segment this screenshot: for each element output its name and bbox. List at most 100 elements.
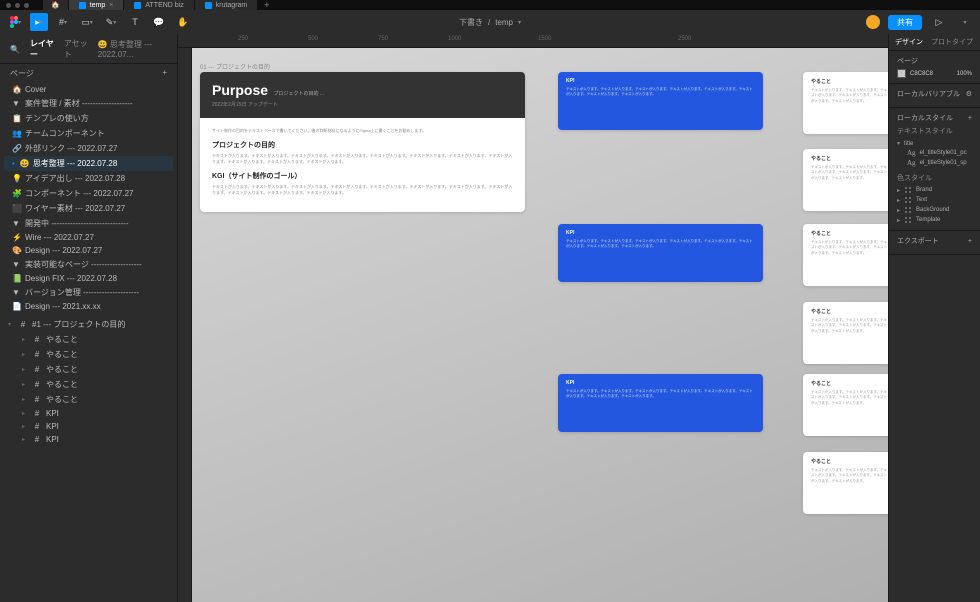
- color-style-item[interactable]: ▸Text: [897, 195, 972, 205]
- user-avatar[interactable]: [866, 15, 880, 29]
- purpose-header: Purpose プロジェクトの目的 ... 2022年2月15日 アップデート: [200, 72, 525, 118]
- page-dropdown[interactable]: 😃 思考整理 --- 2022.07...: [98, 39, 167, 59]
- frame-kpi[interactable]: KPIテキストが入ります。テキストが入ります。テキストが入ります。テキストが入り…: [558, 224, 763, 282]
- color-style-item[interactable]: ▸Brand: [897, 185, 972, 195]
- frame-todo[interactable]: やることテキストが入ります。テキストが入ります。テキストが入ります。テキストが入…: [803, 72, 888, 134]
- ruler-left: [178, 48, 192, 602]
- hand-tool[interactable]: ✋: [174, 13, 192, 31]
- local-variables[interactable]: ローカルバリアブル: [897, 89, 960, 99]
- text-styles-label: テキストスタイル: [897, 126, 972, 136]
- purpose-body2: テキストが入ります。テキストが入ります。テキストが入ります。テキストが入ります。…: [212, 184, 513, 196]
- bg-opacity: 100%: [957, 71, 972, 77]
- figma-file-icon: [79, 2, 86, 9]
- page-bg-color[interactable]: C8C8C8 100%: [897, 69, 972, 78]
- frame-todo[interactable]: やることテキストが入ります。テキストが入ります。テキストが入ります。テキストが入…: [803, 452, 888, 514]
- layer-item[interactable]: ▸#KPI: [0, 433, 177, 446]
- layers-list: ▾##1 --- プロジェクトの目的 ▸#やること▸#やること▸#やること▸#や…: [0, 317, 177, 602]
- frame-purpose[interactable]: Purpose プロジェクトの目的 ... 2022年2月15日 アップデート …: [200, 72, 525, 212]
- file-tab-1[interactable]: ATTEND biz: [124, 0, 194, 10]
- style-group-title[interactable]: ▾title: [897, 139, 972, 148]
- close-dot[interactable]: [6, 3, 11, 8]
- page-item[interactable]: 📋テンプレの使い方: [4, 111, 173, 126]
- figma-menu[interactable]: ▾: [6, 13, 24, 31]
- layers-tab[interactable]: レイヤー: [30, 38, 54, 60]
- assets-tab[interactable]: アセット: [64, 38, 88, 60]
- close-tab-icon[interactable]: ×: [109, 2, 113, 9]
- settings-icon[interactable]: ⚙: [966, 90, 972, 98]
- frame-todo[interactable]: やることテキストが入ります。テキストが入ります。テキストが入ります。テキストが入…: [803, 224, 888, 286]
- page-item[interactable]: ⚡Wire --- 2022.07.27: [4, 231, 173, 244]
- color-style-item[interactable]: ▸Template: [897, 215, 972, 225]
- file-name: temp: [495, 18, 513, 27]
- layer-item[interactable]: ▸#KPI: [0, 407, 177, 420]
- home-tab[interactable]: 🏠: [43, 0, 69, 10]
- file-status: 下書き: [459, 17, 483, 28]
- page-item[interactable]: •😃思考整理 --- 2022.07.28: [4, 156, 173, 171]
- file-tab-2[interactable]: krutagram: [195, 0, 259, 10]
- text-tool[interactable]: T: [126, 13, 144, 31]
- layer-item[interactable]: ▸#やること: [0, 392, 177, 407]
- canvas[interactable]: 250500750100015002500 01 --- プロジェクトの目的 P…: [178, 34, 888, 602]
- frame-todo[interactable]: やることテキストが入ります。テキストが入ります。テキストが入ります。テキストが入…: [803, 149, 888, 211]
- figma-file-icon: [134, 2, 141, 9]
- file-tab-label: krutagram: [216, 2, 248, 9]
- frame-todo[interactable]: やることテキストが入ります。テキストが入ります。テキストが入ります。テキストが入…: [803, 302, 888, 364]
- new-tab-button[interactable]: +: [258, 0, 275, 10]
- color-style-item[interactable]: ▸BackGround: [897, 205, 972, 215]
- os-titlebar: 🏠 temp× ATTEND biz krutagram +: [0, 0, 980, 10]
- page-item[interactable]: ▼開発中 -----------------------------: [4, 216, 173, 231]
- left-panel: 🔍 レイヤー アセット 😃 思考整理 --- 2022.07... ページ + …: [0, 34, 178, 602]
- search-icon[interactable]: 🔍: [10, 45, 20, 54]
- frame-todo[interactable]: やることテキストが入ります。テキストが入ります。テキストが入ります。テキストが入…: [803, 374, 888, 436]
- color-swatch: [897, 69, 906, 78]
- file-tab-label: temp: [90, 2, 106, 9]
- layer-item[interactable]: ▸#KPI: [0, 420, 177, 433]
- local-styles: ローカルスタイル: [897, 113, 953, 123]
- zoom-menu[interactable]: ▾: [956, 13, 974, 31]
- page-item[interactable]: ⬛ワイヤー素材 --- 2022.07.27: [4, 201, 173, 216]
- page-item[interactable]: 🔗外部リンク --- 2022.07.27: [4, 141, 173, 156]
- page-item[interactable]: ▼実装可能なページ -------------------: [4, 257, 173, 272]
- design-tab[interactable]: デザイン: [895, 37, 923, 47]
- purpose-h1: プロジェクトの目的: [212, 140, 513, 150]
- page-item[interactable]: ▼バージョン管理 ---------------------: [4, 285, 173, 300]
- layer-item[interactable]: ▸#やること: [0, 362, 177, 377]
- page-item[interactable]: 💡アイデア出し --- 2022.07.28: [4, 171, 173, 186]
- share-button[interactable]: 共有: [888, 15, 922, 30]
- purpose-title: Purpose: [212, 82, 268, 98]
- add-page-button[interactable]: +: [162, 68, 167, 79]
- page-item[interactable]: 🎨Design --- 2022.07.27: [4, 244, 173, 257]
- purpose-body1: テキストが入ります。テキストが入ります。テキストが入ります。テキストが入ります。…: [212, 153, 513, 165]
- purpose-date: 2022年2月15日 アップデート: [212, 101, 513, 108]
- layer-item[interactable]: ▸#やること: [0, 347, 177, 362]
- add-style-button[interactable]: +: [968, 115, 972, 122]
- pen-tool[interactable]: ✎▾: [102, 13, 120, 31]
- prototype-tab[interactable]: プロトタイプ: [931, 37, 973, 47]
- page-item[interactable]: 🧩コンポーネント --- 2022.07.27: [4, 186, 173, 201]
- page-item[interactable]: 📗Design FIX --- 2022.07.28: [4, 272, 173, 285]
- page-item[interactable]: 👥チームコンポーネント: [4, 126, 173, 141]
- layer-item[interactable]: ▸#やること: [0, 332, 177, 347]
- frame-kpi[interactable]: KPIテキストが入ります。テキストが入ります。テキストが入ります。テキストが入り…: [558, 72, 763, 130]
- file-tab-0[interactable]: temp×: [69, 0, 125, 10]
- layer-root[interactable]: ▾##1 --- プロジェクトの目的: [0, 317, 177, 332]
- frame-label[interactable]: 01 --- プロジェクトの目的: [200, 62, 270, 71]
- file-title[interactable]: 下書き/temp▾: [459, 17, 521, 28]
- move-tool[interactable]: ▸▾: [30, 13, 48, 31]
- max-dot[interactable]: [24, 3, 29, 8]
- min-dot[interactable]: [15, 3, 20, 8]
- add-export-button[interactable]: +: [968, 238, 972, 245]
- layer-item[interactable]: ▸#やること: [0, 377, 177, 392]
- comment-tool[interactable]: 💬: [150, 13, 168, 31]
- pages-list: 🏠Cover▼案件管理 / 素材 -------------------📋テンプ…: [0, 83, 177, 317]
- text-style-2[interactable]: Agel_titleStyle01_sp: [897, 158, 972, 168]
- frame-kpi[interactable]: KPIテキストが入ります。テキストが入ります。テキストが入ります。テキストが入り…: [558, 374, 763, 432]
- page-item[interactable]: 🏠Cover: [4, 83, 173, 96]
- chevron-down-icon: ▾: [518, 19, 521, 26]
- page-item[interactable]: ▼案件管理 / 素材 -------------------: [4, 96, 173, 111]
- page-item[interactable]: 📄Design --- 2021.xx.xx: [4, 300, 173, 313]
- shape-tool[interactable]: ▭▾: [78, 13, 96, 31]
- text-style-1[interactable]: Agel_titleStyle01_pc: [897, 148, 972, 158]
- present-button[interactable]: ▷: [930, 13, 948, 31]
- frame-tool[interactable]: #▾: [54, 13, 72, 31]
